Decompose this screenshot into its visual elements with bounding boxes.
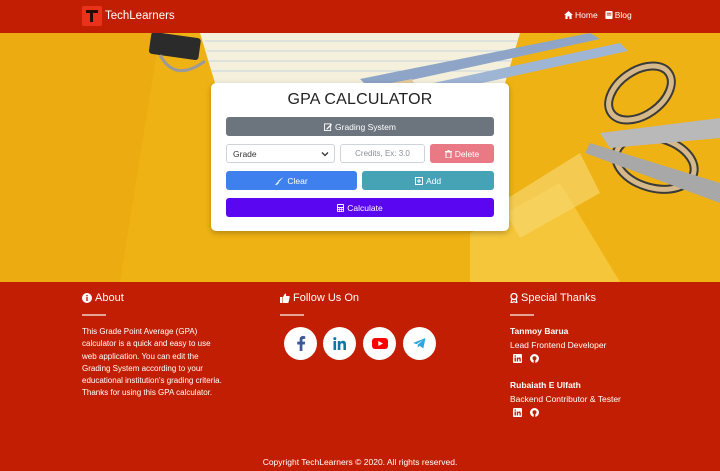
nav-link-home[interactable]: Home (564, 10, 598, 20)
navbar: TechLearners Home Blog (0, 0, 720, 33)
info-circle-icon (82, 293, 92, 303)
calculate-button[interactable]: Calculate (226, 198, 494, 217)
telegram-icon (413, 338, 426, 349)
about-heading: About (82, 292, 124, 304)
calculator-title: GPA CALCULATOR (287, 91, 433, 108)
github-icon[interactable] (530, 408, 539, 417)
home-icon (564, 11, 573, 19)
delete-label: Delete (454, 148, 480, 159)
chevron-down-icon (321, 152, 329, 157)
nav-link-blog[interactable]: Blog (605, 10, 632, 20)
youtube-icon (371, 338, 388, 349)
grade-select-value: Grade (233, 148, 257, 159)
hero-section: GPA CALCULATOR Grading System Grade Cred… (0, 33, 720, 282)
follow-divider (280, 314, 304, 316)
nav-link-blog-label: Blog (614, 10, 632, 20)
calculate-label: Calculate (347, 202, 383, 213)
add-label: Add (425, 175, 442, 186)
linkedin-icon[interactable] (513, 408, 522, 417)
facebook-link[interactable] (284, 327, 317, 360)
edit-icon (324, 122, 333, 131)
follow-heading: Follow Us On (280, 292, 359, 304)
plus-square-icon (414, 176, 423, 185)
thanks-divider (510, 314, 534, 316)
linkedin-icon (333, 337, 346, 350)
nav-links: Home Blog (564, 10, 639, 20)
person-name: Tanmoy Barua (510, 326, 569, 336)
trash-icon (444, 149, 452, 158)
telegram-link[interactable] (403, 327, 436, 360)
gpa-calculator-card: GPA CALCULATOR Grading System Grade Cred… (211, 83, 509, 231)
brush-icon (275, 176, 284, 185)
credits-input-placeholder: Credits, Ex: 3.0 (355, 149, 410, 158)
clear-button[interactable]: Clear (226, 171, 357, 190)
clear-label: Clear (287, 175, 308, 186)
copyright: Copyright TechLearners © 2020. All right… (262, 457, 458, 467)
award-icon (510, 293, 518, 303)
brand-logo-icon (82, 6, 102, 26)
youtube-link[interactable] (363, 327, 396, 360)
calculator-icon (337, 203, 345, 212)
linkedin-link[interactable] (323, 327, 356, 360)
brand-name: TechLearners (105, 10, 175, 22)
thanks-heading: Special Thanks (510, 292, 596, 304)
credits-input[interactable]: Credits, Ex: 3.0 (340, 144, 425, 163)
thanks-title: Special Thanks (521, 292, 597, 304)
person-name: Rubaiath E Ulfath (510, 380, 581, 390)
grading-system-button[interactable]: Grading System (226, 117, 494, 136)
facebook-icon (296, 336, 305, 351)
thumbs-up-icon (280, 293, 290, 303)
person-role: Backend Contributor & Tester (510, 394, 621, 404)
book-icon (605, 11, 613, 19)
nav-link-home-label: Home (575, 10, 598, 20)
about-title: About (95, 292, 124, 304)
about-text: This Grade Point Average (GPA) calculato… (82, 327, 222, 398)
follow-title: Follow Us On (293, 292, 360, 304)
about-divider (82, 314, 106, 316)
github-icon[interactable] (530, 354, 539, 363)
grade-select[interactable]: Grade (226, 144, 335, 163)
delete-button[interactable]: Delete (430, 144, 494, 163)
grading-system-label: Grading System (335, 121, 396, 132)
add-button[interactable]: Add (362, 171, 494, 190)
person-role: Lead Frontend Developer (510, 340, 607, 350)
linkedin-icon[interactable] (513, 354, 522, 363)
brand[interactable]: TechLearners (82, 6, 175, 26)
